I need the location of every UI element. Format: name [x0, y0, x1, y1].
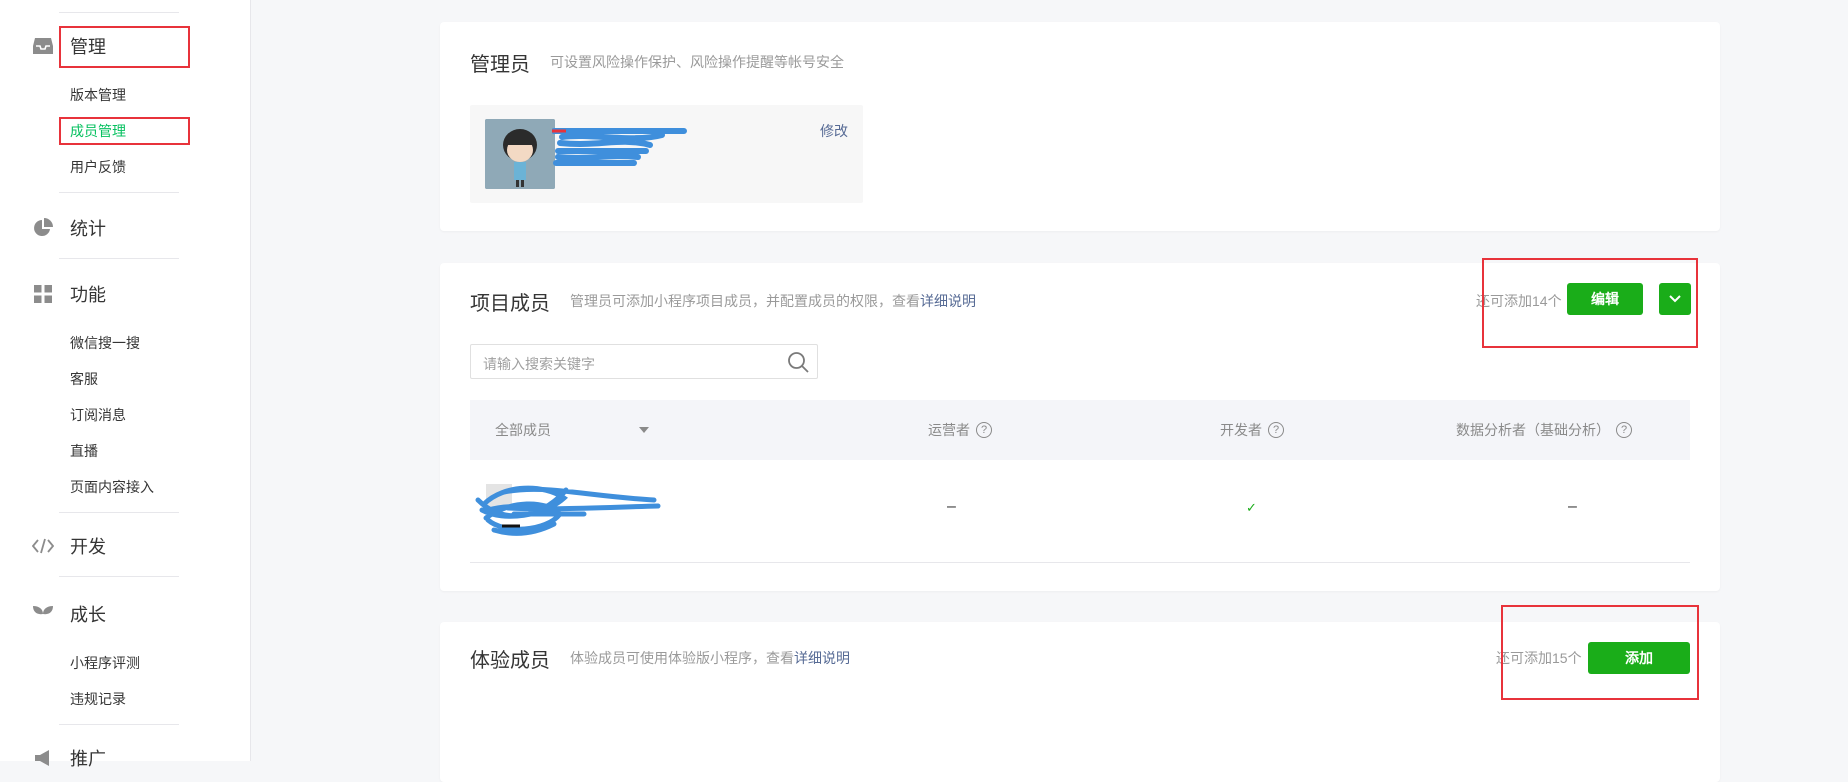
column-header-label: 开发者 [1220, 422, 1262, 438]
sidebar: 管理 版本管理 成员管理 用户反馈 统计 功能 微信搜一搜 客服 订阅消息 直播… [0, 0, 251, 769]
column-header-label: 数据分析者（基础分析） [1456, 422, 1610, 438]
help-icon[interactable]: ? [976, 422, 992, 438]
search-input[interactable]: 请输入搜索关键字 [470, 344, 818, 379]
admin-title: 管理员 [470, 54, 530, 76]
redaction-scribble [552, 128, 687, 166]
sidebar-item-wechat-search[interactable]: 微信搜一搜 [70, 333, 140, 353]
edit-button[interactable]: 编辑 [1567, 283, 1643, 315]
project-members-description: 管理员可添加小程序项目成员，并配置成员的权限，查看详细说明 [570, 293, 976, 309]
sidebar-item-version[interactable]: 版本管理 [70, 85, 126, 105]
pie-chart-icon [32, 217, 54, 239]
code-icon [32, 535, 54, 557]
sidebar-group-develop[interactable]: 开发 [0, 528, 250, 564]
sidebar-group-label: 统计 [70, 219, 106, 239]
inbox-icon [32, 35, 54, 57]
table-header: 全部成员 运营者 ? 开发者 ? 数据分析者（基础分析） ? [470, 400, 1690, 460]
redaction-scribble [475, 484, 661, 536]
column-header-developer: 开发者 ? [1220, 420, 1284, 440]
admin-info-box: 修改 [470, 105, 863, 203]
cell-operator: – [947, 498, 956, 515]
help-icon[interactable]: ? [1268, 422, 1284, 438]
sidebar-group-manage[interactable]: 管理 [0, 28, 250, 64]
table-row: – ✓ – [470, 460, 1690, 563]
add-button[interactable]: 添加 [1588, 642, 1690, 674]
sprout-icon [32, 603, 54, 625]
grid-icon [32, 283, 54, 305]
sidebar-divider [59, 258, 179, 259]
admin-description: 可设置风险操作保护、风险操作提醒等帐号安全 [550, 54, 844, 70]
cell-analyst: – [1568, 498, 1577, 515]
trial-members-title: 体验成员 [470, 650, 550, 672]
sidebar-item-live[interactable]: 直播 [70, 441, 98, 461]
all-members-filter[interactable]: 全部成员 [495, 420, 649, 440]
sidebar-group-label: 推广 [70, 749, 106, 769]
sidebar-divider [59, 576, 179, 577]
sidebar-group-growth[interactable]: 成长 [0, 596, 250, 632]
column-header-analyst: 数据分析者（基础分析） ? [1456, 420, 1632, 440]
project-members-title: 项目成员 [470, 293, 550, 315]
sidebar-group-label: 开发 [70, 537, 106, 557]
sidebar-item-page-content[interactable]: 页面内容接入 [70, 477, 154, 497]
sidebar-divider [59, 724, 179, 725]
sidebar-group-stats[interactable]: 统计 [0, 210, 250, 246]
sidebar-divider [59, 192, 179, 193]
sidebar-group-label: 功能 [70, 285, 106, 305]
chevron-down-icon [1669, 295, 1681, 303]
dropdown-button[interactable] [1659, 283, 1691, 315]
trial-members-description: 体验成员可使用体验版小程序，查看详细说明 [570, 650, 850, 666]
column-header-label: 运营者 [928, 422, 970, 438]
trial-quota: 还可添加15个 [1496, 650, 1582, 666]
sidebar-group-label: 成长 [70, 605, 106, 625]
megaphone-icon [32, 747, 54, 769]
sidebar-divider [59, 512, 179, 513]
check-icon: ✓ [1246, 500, 1257, 515]
sidebar-item-violations[interactable]: 违规记录 [70, 689, 126, 709]
search-placeholder: 请输入搜索关键字 [483, 356, 595, 372]
sidebar-item-evaluation[interactable]: 小程序评测 [70, 653, 140, 673]
admin-card: 管理员 可设置风险操作保护、风险操作提醒等帐号安全 修改 [440, 22, 1720, 231]
sidebar-item-customer-service[interactable]: 客服 [70, 369, 98, 389]
sidebar-item-subscribe-message[interactable]: 订阅消息 [70, 405, 126, 425]
sidebar-group-features[interactable]: 功能 [0, 276, 250, 312]
sidebar-divider [59, 12, 179, 13]
sidebar-item-members[interactable]: 成员管理 [70, 121, 126, 141]
search-icon[interactable] [787, 351, 809, 373]
column-header-all: 全部成员 [495, 422, 551, 438]
details-link[interactable]: 详细说明 [794, 650, 850, 666]
column-header-operator: 运营者 ? [928, 420, 992, 440]
help-icon[interactable]: ? [1616, 422, 1632, 438]
sidebar-item-feedback[interactable]: 用户反馈 [70, 157, 126, 177]
avatar [485, 119, 555, 189]
sidebar-group-promotion[interactable]: 推广 [0, 740, 250, 776]
caret-down-icon [639, 427, 649, 433]
project-members-card: 项目成员 管理员可添加小程序项目成员，并配置成员的权限，查看详细说明 还可添加1… [440, 258, 1720, 591]
member-quota: 还可添加14个 [1476, 293, 1562, 309]
sidebar-group-label: 管理 [70, 37, 106, 57]
modify-link[interactable]: 修改 [820, 121, 848, 141]
trial-members-card: 体验成员 体验成员可使用体验版小程序，查看详细说明 还可添加15个 添加 [440, 605, 1720, 782]
details-link[interactable]: 详细说明 [920, 293, 976, 309]
